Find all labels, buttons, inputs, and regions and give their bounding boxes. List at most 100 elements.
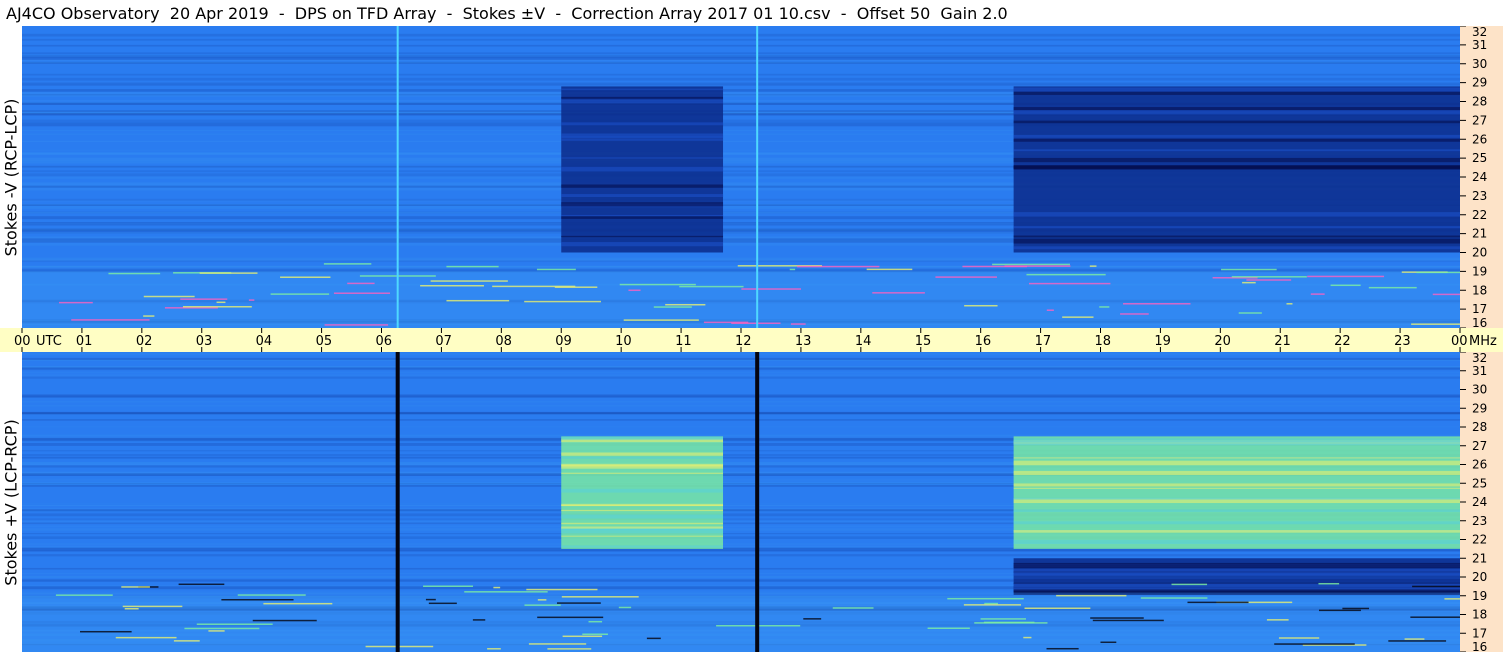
- band-stripe: [1013, 577, 1460, 579]
- band-stripe: [1013, 246, 1460, 250]
- band-stripe: [1013, 483, 1460, 487]
- band-stripe: [561, 452, 724, 456]
- texture-stripe: [22, 44, 1460, 47]
- time-tick-label: 21: [1274, 334, 1291, 349]
- band-stripe: [561, 522, 724, 525]
- freq-tick-label: 28: [1472, 420, 1487, 434]
- rfi-speck: [1092, 619, 1164, 622]
- rfi-speck: [237, 594, 306, 596]
- rfi-speck: [1310, 293, 1325, 295]
- rfi-speck: [1404, 638, 1425, 640]
- texture-stripe: [22, 554, 1460, 557]
- band-stripe: [561, 235, 724, 238]
- interference-line: [755, 352, 760, 652]
- freq-tick-label: 23: [1472, 514, 1487, 528]
- rfi-speck: [423, 585, 474, 587]
- texture-stripe: [22, 394, 1460, 397]
- band-stripe: [561, 214, 724, 217]
- top-panel-ylabel: Stokes -V (RCP-LCP): [0, 26, 22, 328]
- time-tick-label: 19: [1154, 334, 1171, 349]
- rfi-speck: [1123, 303, 1191, 305]
- texture-stripe: [22, 38, 1460, 41]
- band-stripe: [561, 202, 724, 207]
- texture-stripe: [22, 401, 1460, 403]
- rfi-speck: [143, 315, 155, 317]
- time-tick-label: 08: [495, 334, 512, 349]
- texture-stripe: [22, 52, 1460, 54]
- rfi-speck: [1388, 640, 1447, 642]
- rfi-speck: [797, 265, 880, 268]
- freq-tick-label: 18: [1472, 283, 1487, 297]
- time-tick-label: 02: [136, 334, 153, 349]
- freq-tick-label: 26: [1472, 132, 1487, 146]
- time-tick-label: 09: [555, 334, 572, 349]
- rfi-speck: [646, 637, 661, 640]
- band-stripe: [561, 166, 724, 172]
- time-tick-label: 01: [76, 334, 93, 349]
- texture-stripe: [22, 426, 1460, 428]
- freq-tick-label: 16: [1472, 316, 1487, 328]
- band-stripe: [1013, 574, 1460, 577]
- rfi-speck: [1286, 303, 1293, 305]
- band-stripe: [561, 504, 724, 507]
- rfi-speck: [628, 289, 641, 292]
- band-stripe: [1013, 235, 1460, 238]
- freq-tick-label: 20: [1472, 246, 1487, 260]
- time-axis-start-suffix: UTC: [36, 334, 62, 349]
- rfi-speck: [1099, 306, 1110, 308]
- rfi-speck: [537, 616, 604, 619]
- rfi-speck: [1023, 636, 1032, 639]
- rfi-speck: [1416, 271, 1460, 274]
- rfi-speck: [122, 605, 183, 608]
- texture-stripe: [22, 550, 1460, 552]
- band-stripe: [561, 464, 724, 469]
- rfi-speck: [619, 283, 696, 286]
- rfi-speck: [524, 300, 601, 303]
- band-stripe: [1013, 509, 1460, 512]
- band-stripe: [561, 472, 724, 474]
- freq-tick-label: 22: [1472, 533, 1487, 547]
- rfi-speck: [547, 648, 592, 650]
- top-spectrogram-panel: [22, 26, 1460, 328]
- freq-tick-label: 22: [1472, 208, 1487, 222]
- freq-tick-label: 29: [1472, 401, 1487, 415]
- rfi-speck: [562, 635, 603, 638]
- band-stripe: [561, 96, 724, 99]
- rfi-speck: [588, 620, 603, 623]
- page-title: AJ4CO Observatory 20 Apr 2019 - DPS on T…: [6, 4, 1008, 23]
- rfi-speck: [947, 597, 1024, 600]
- band-stripe: [561, 545, 724, 548]
- band-stripe: [561, 157, 724, 159]
- top-freq-axis-svg: 1617 18 19 20 21 22 23 24 25 26 27 28 29 30 3132: [1460, 26, 1487, 328]
- time-axis: 00 01 02 03 04 05 06 07 08 09 10 11 12 13 14 15 16 17 18 19…: [0, 328, 1503, 352]
- time-tick-label: 05: [316, 334, 333, 349]
- time-tick-label: 14: [855, 334, 872, 349]
- rfi-speck: [1278, 637, 1320, 639]
- rfi-speck: [1432, 293, 1460, 296]
- rfi-speck: [1318, 609, 1361, 612]
- texture-stripe: [22, 257, 1460, 259]
- time-tick-label: 20: [1214, 334, 1231, 349]
- texture-stripe: [22, 56, 1460, 60]
- rfi-speck: [679, 285, 744, 288]
- rfi-speck: [790, 323, 806, 325]
- rfi-speck: [832, 607, 874, 609]
- rfi-speck: [208, 630, 225, 632]
- rfi-speck: [703, 321, 749, 324]
- band-stripe: [1013, 226, 1460, 229]
- band-stripe: [561, 509, 724, 512]
- interference-line: [395, 352, 400, 652]
- rfi-speck: [1089, 265, 1097, 267]
- interference-line: [756, 26, 759, 328]
- texture-stripe: [22, 366, 1460, 370]
- texture-stripe: [22, 411, 1460, 414]
- rfi-speck: [216, 301, 226, 304]
- band-stripe: [561, 528, 724, 534]
- rfi-speck: [80, 630, 132, 633]
- rfi-speck: [270, 293, 330, 295]
- texture-stripe: [22, 258, 1460, 260]
- freq-tick-label: 24: [1472, 170, 1487, 184]
- band-stripe: [1013, 563, 1460, 569]
- rfi-speck: [528, 643, 587, 645]
- band-stripe: [1013, 238, 1460, 244]
